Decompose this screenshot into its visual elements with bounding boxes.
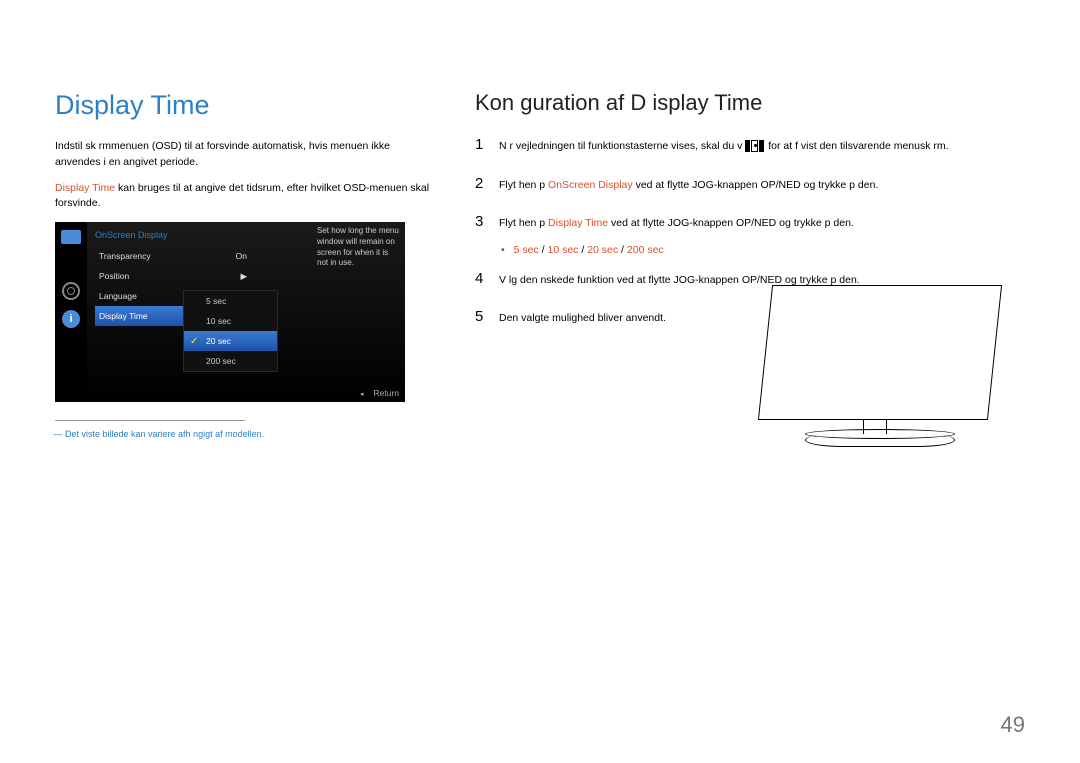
settings-tab-icon: [62, 282, 80, 300]
step-number: 3: [475, 211, 487, 234]
monitor-illustration: [745, 285, 1005, 455]
option-10sec: 10 sec: [547, 244, 578, 256]
step-2-text-b: ved at flytte JOG-knappen OP/NED og tryk…: [633, 179, 879, 191]
submenu-label: 20 sec: [206, 336, 231, 346]
submenu-10sec: 10 sec: [184, 311, 277, 331]
picture-tab-icon: [61, 230, 81, 244]
intro-paragraph-2: Display Time kan bruges til at angive de…: [55, 181, 435, 213]
info-tab-icon: i: [62, 310, 80, 328]
step-2: 2 Flyt hen p OnScreen Display ved at fly…: [475, 173, 1025, 196]
option-200sec: 200 sec: [627, 244, 664, 256]
step-number: 4: [475, 268, 487, 291]
step-text: N r vejledningen til funktionstasterne v…: [499, 139, 949, 155]
submenu-5sec: 5 sec: [184, 291, 277, 311]
osd-row-label: Transparency: [99, 251, 151, 261]
return-label: Return: [373, 388, 399, 398]
osd-row-transparency: Transparency On: [95, 246, 255, 266]
step-3-emphasis: Display Time: [548, 217, 608, 229]
step-number: 5: [475, 306, 487, 329]
step-1-text-a: N r vejledningen til funktionstasterne v…: [499, 140, 742, 152]
step-1: 1 N r vejledningen til funktionstasterne…: [475, 134, 1025, 157]
submenu-label: 200 sec: [206, 356, 236, 366]
option-5sec: 5 sec: [514, 244, 539, 256]
step-3-text-b: ved at flytte JOG-knappen OP/NED og tryk…: [608, 217, 854, 229]
osd-sidebar: i: [55, 222, 87, 402]
step-number: 2: [475, 173, 487, 196]
check-icon: ✓: [190, 336, 198, 347]
osd-header: OnScreen Display: [95, 230, 168, 240]
model-note: Det viste billede kan variere afh ngigt …: [65, 429, 435, 439]
step-3-text-a: Flyt hen p: [499, 217, 548, 229]
osd-submenu: 5 sec 10 sec ✓ 20 sec 200 sec: [183, 290, 278, 372]
step-2-emphasis: OnScreen Display: [548, 179, 633, 191]
osd-row-value: ▶: [240, 271, 247, 282]
osd-return: ◂ Return: [360, 388, 399, 398]
submenu-label: 5 sec: [206, 296, 226, 306]
osd-row-position: Position ▶: [95, 266, 255, 286]
options-bullet: • 5 sec / 10 sec / 20 sec / 200 sec: [501, 244, 1025, 256]
page-number: 49: [1001, 712, 1025, 738]
step-3: 3 Flyt hen p Display Time ved at flytte …: [475, 211, 1025, 234]
submenu-200sec: 200 sec: [184, 351, 277, 371]
step-1-text-b: for at f vist den tilsvarende menusk rm.: [768, 140, 948, 152]
page-title: Display Time: [55, 90, 435, 121]
osd-row-label: Position: [99, 271, 129, 281]
osd-row-label: Language: [99, 291, 137, 301]
step-2-text-a: Flyt hen p: [499, 179, 548, 191]
step-text: Flyt hen p Display Time ved at flytte JO…: [499, 216, 854, 232]
section-title: Kon guration af D isplay Time: [475, 90, 1025, 116]
osd-row-value: On: [236, 251, 247, 261]
display-time-emphasis: Display Time: [55, 182, 115, 194]
submenu-20sec: ✓ 20 sec: [184, 331, 277, 351]
step-text: Flyt hen p OnScreen Display ved at flytt…: [499, 178, 878, 194]
jog-menu-icon: [745, 140, 765, 152]
divider: [55, 420, 245, 421]
osd-description: Set how long the menu window will remain…: [317, 226, 401, 269]
intro-paragraph-1: Indstil sk rmmenuen (OSD) til at forsvin…: [55, 139, 435, 171]
screen-tab-icon: [62, 254, 80, 272]
submenu-label: 10 sec: [206, 316, 231, 326]
osd-screenshot: i OnScreen Display Transparency On Posit…: [55, 222, 405, 402]
step-text: Den valgte mulighed bliver anvendt.: [499, 311, 666, 327]
step-number: 1: [475, 134, 487, 157]
option-20sec: 20 sec: [587, 244, 618, 256]
back-arrow-icon: ◂: [360, 391, 364, 398]
osd-row-label: Display Time: [99, 311, 148, 321]
